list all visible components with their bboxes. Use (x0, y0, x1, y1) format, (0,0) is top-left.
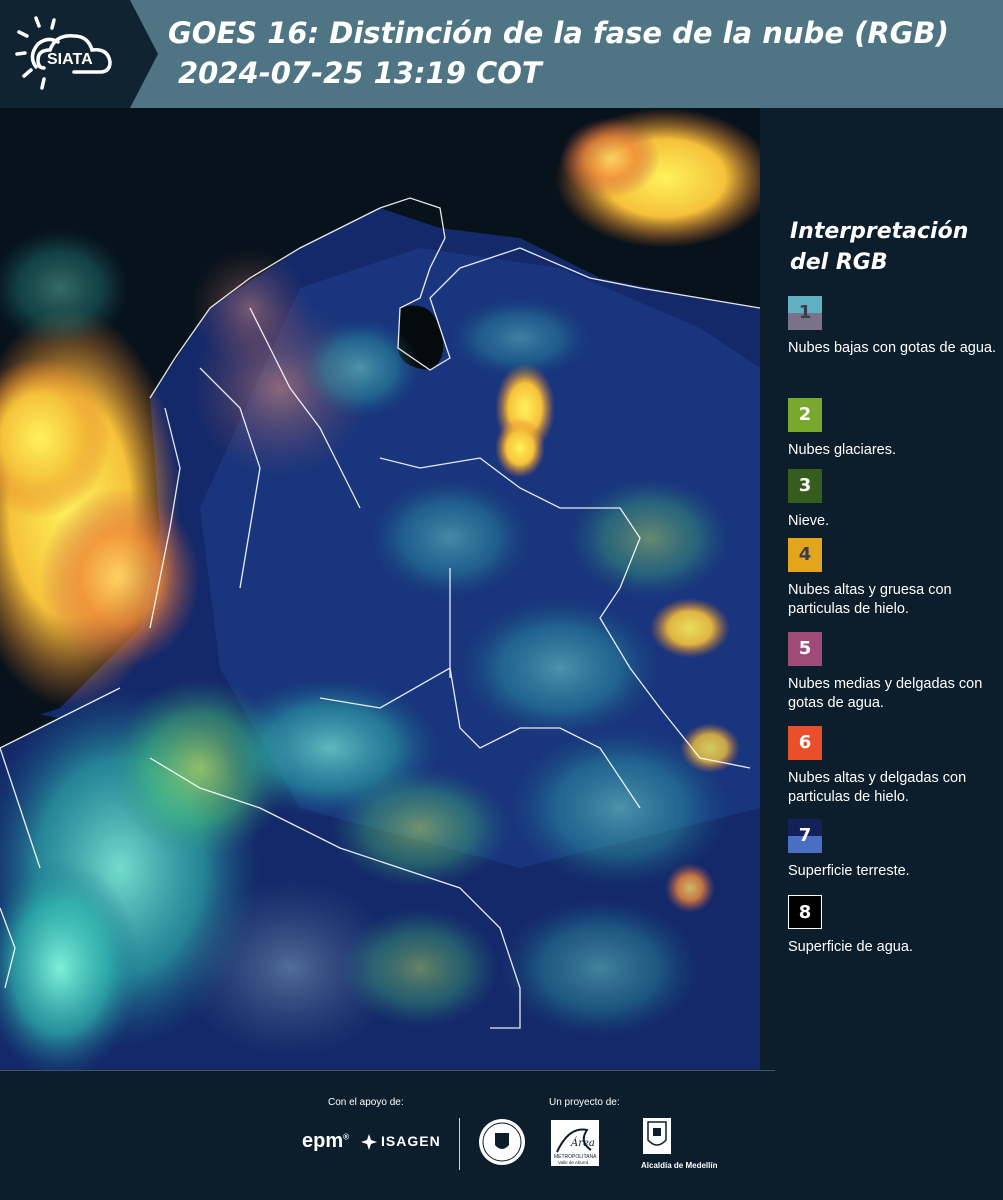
legend-item-4: 4 Nubes altas y gruesa con particulas de … (788, 538, 998, 619)
isagen-star-icon (361, 1134, 377, 1150)
epm-logo: epm® (302, 1130, 350, 1152)
legend-item-8: 8 Superficie de agua. (788, 895, 998, 957)
siata-logo: SIATA (0, 0, 130, 108)
sun-cloud-icon: SIATA (15, 16, 112, 90)
legend-item-6: 6 Nubes altas y delgadas con particulas d… (788, 726, 998, 807)
legend-item-1: 1 Nubes bajas con gotas de agua. (788, 296, 998, 358)
legend-label: Nubes altas y delgadas con particulas de… (788, 770, 967, 805)
legend-swatch: 4 (788, 538, 822, 572)
svg-text:Área: Área (570, 1137, 595, 1149)
legend-label: Nubes bajas con gotas de agua. (788, 340, 996, 356)
legend-label: Nubes glaciares. (788, 442, 896, 458)
satellite-map (0, 108, 760, 1070)
legend-label: Superficie terreste. (788, 863, 910, 879)
legend-swatch: 2 (788, 398, 822, 432)
legend-label: Nubes altas y gruesa con particulas de h… (788, 582, 952, 617)
legend-label: Nieve. (788, 513, 830, 529)
isagen-logo: ISAGEN (381, 1133, 441, 1149)
university-seal-icon (479, 1119, 525, 1165)
footer-divider (459, 1118, 460, 1170)
satellite-rgb-map-icon (0, 108, 760, 1070)
support-label: Con el apoyo de: (328, 1097, 404, 1108)
header-arrow-shape (122, 0, 158, 108)
page-title: GOES 16: Distinción de la fase de la nub… (168, 16, 949, 50)
header-bar: SIATA GOES 16: Distinción de la fase de … (0, 0, 1003, 108)
project-label: Un proyecto de: (549, 1097, 620, 1108)
legend-swatch: 6 (788, 726, 822, 760)
svg-text:SIATA: SIATA (47, 51, 93, 68)
legend-swatch: 8 (788, 895, 822, 929)
footer-rule (0, 1070, 775, 1071)
legend-number: 4 (798, 544, 812, 565)
legend-number: 5 (798, 638, 812, 659)
alcaldia-medellin-label: Alcaldía de Medellín (641, 1161, 718, 1170)
legend-swatch: 3 (788, 469, 822, 503)
legend-panel: Interpretación del RGB 1 Nubes bajas con … (762, 108, 1003, 1070)
legend-item-3: 3 Nieve. (788, 469, 998, 531)
legend-label: Superficie de agua. (788, 939, 913, 955)
legend-number: 7 (798, 825, 812, 846)
legend-number: 3 (798, 475, 812, 496)
legend-number: 1 (798, 302, 812, 323)
legend-item-2: 2 Nubes glaciares. (788, 398, 998, 460)
epm-logo-text: epm (302, 1130, 344, 1152)
legend-item-7: 7 Superficie terreste. (788, 819, 998, 881)
area-metropolitana-logo: Área METROPOLITANA Valle de Aburrá (551, 1120, 599, 1166)
legend-label: Nubes medias y delgadas con gotas de agu… (788, 676, 983, 711)
svg-text:Valle de Aburrá: Valle de Aburrá (558, 1160, 589, 1165)
legend-number: 8 (798, 902, 812, 923)
legend-swatch: 5 (788, 632, 822, 666)
legend-number: 2 (798, 404, 812, 425)
footer: Con el apoyo de: Un proyecto de: epm® IS… (0, 1070, 1003, 1200)
medellin-shield-icon (643, 1118, 671, 1154)
legend-item-5: 5 Nubes medias y delgadas con gotas de ag… (788, 632, 998, 713)
legend-swatch: 7 (788, 819, 822, 853)
legend-title: Interpretación del RGB (790, 219, 969, 275)
legend-number: 6 (798, 732, 812, 753)
page-timestamp: 2024-07-25 13:19 COT (178, 56, 542, 90)
legend-swatch: 1 (788, 296, 822, 330)
